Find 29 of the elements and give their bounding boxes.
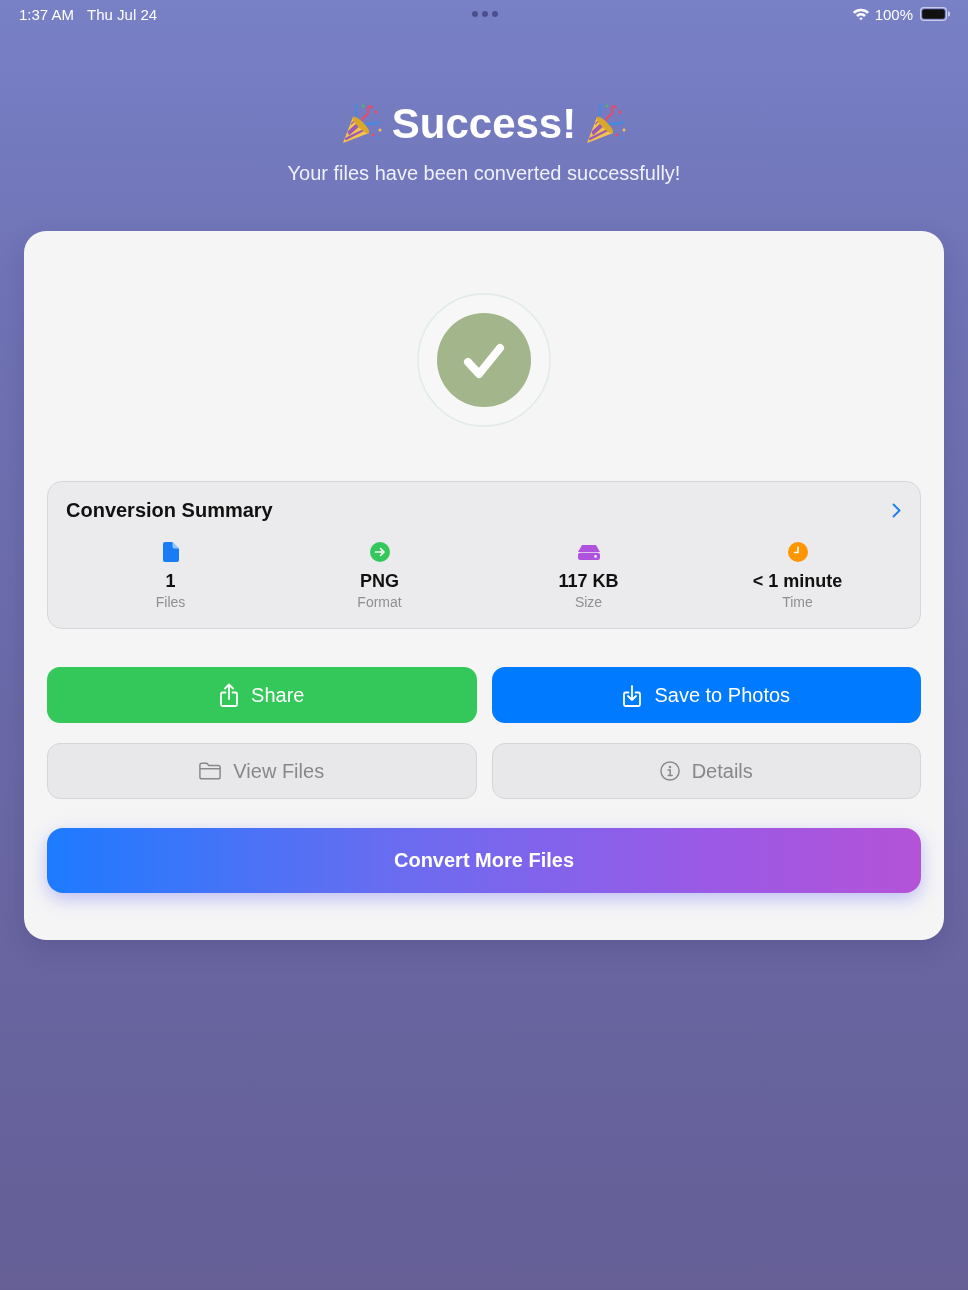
success-check-icon	[417, 293, 551, 427]
secondary-button[interactable]: Details	[491, 743, 921, 799]
stat-label: Time	[782, 593, 813, 611]
more-dots-icon[interactable]	[471, 11, 498, 17]
success-title: Success!	[391, 100, 577, 148]
summary-panel[interactable]: Conversion Summary 1 Files PNG Format 117 KB Size < 1 minute Time	[47, 481, 921, 629]
action-button[interactable]: Share	[47, 667, 477, 723]
summary-title: Conversion Summary	[66, 499, 273, 522]
status-time: 1:37 AM	[19, 5, 75, 23]
download-icon	[622, 682, 643, 708]
stat-value: < 1 minute	[752, 570, 843, 592]
battery-percent: 100%	[874, 5, 913, 23]
info-icon	[659, 761, 680, 781]
chevron-right-icon[interactable]	[892, 503, 901, 518]
secondary-button[interactable]: View Files	[47, 743, 477, 799]
stat-label: Files	[155, 593, 186, 611]
stat-value: 117 KB	[558, 570, 619, 592]
stat-label: Format	[357, 593, 402, 611]
success-subtitle: Your files have been converted successfully!	[287, 161, 681, 186]
folder-icon	[199, 762, 222, 780]
wifi-icon	[851, 7, 870, 21]
convert-more-button[interactable]: Convert More Files	[47, 828, 921, 893]
stat-value: 1	[165, 570, 176, 592]
status-date: Thu Jul 24	[87, 5, 158, 23]
stat-label: Size	[574, 593, 603, 611]
battery-icon	[920, 7, 950, 21]
action-button[interactable]: Save to Photos	[491, 667, 921, 723]
stat-value: PNG	[360, 570, 399, 592]
share-icon	[219, 682, 240, 708]
